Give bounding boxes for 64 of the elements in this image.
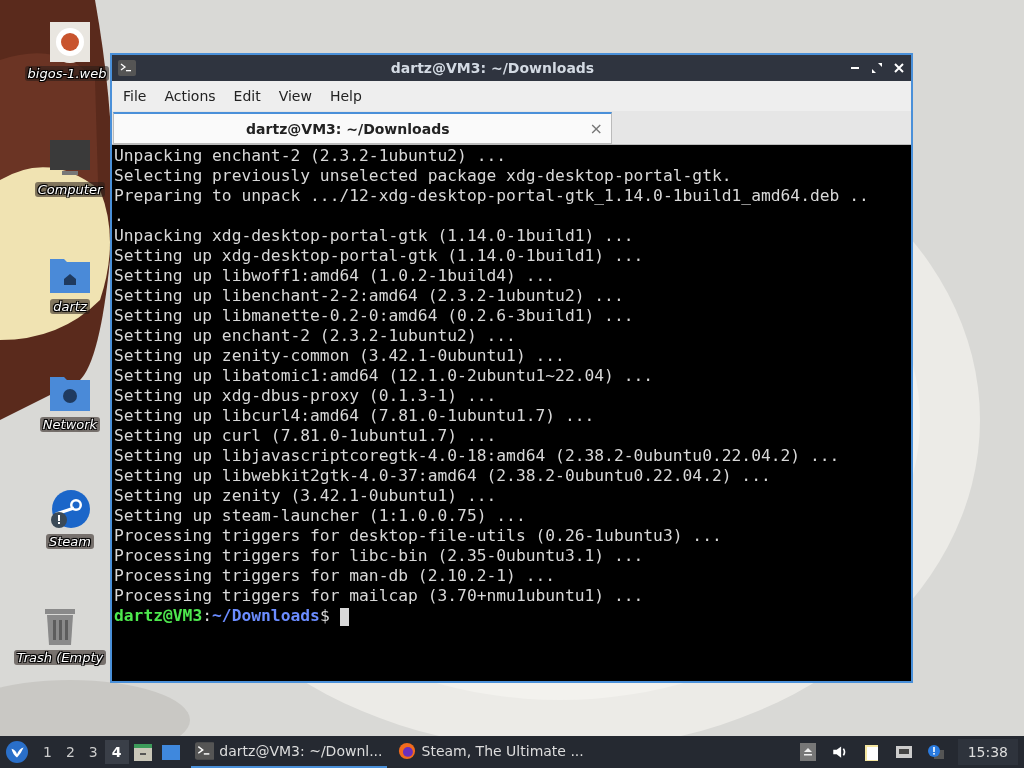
menu-item[interactable]: File bbox=[114, 84, 156, 108]
image-thumbnail-icon[interactable] bbox=[50, 22, 90, 62]
tab-label: dartz@VM3: ~/Downloads bbox=[245, 120, 451, 137]
window-title: dartz@VM3: ~/Downloads bbox=[389, 60, 596, 76]
network-icon[interactable] bbox=[894, 743, 913, 761]
clock[interactable]: 15:38 bbox=[957, 739, 1018, 765]
terminal-line: Setting up libenchant-2-2:amd64 (2.3.2-1ubuntu2) ... bbox=[114, 286, 625, 306]
text-cursor bbox=[339, 607, 349, 626]
eject-icon[interactable] bbox=[798, 743, 817, 761]
terminal-icon bbox=[194, 742, 215, 760]
terminal-line: Unpacking xdg-desktop-portal-gtk (1.14.0-1build1) ... bbox=[114, 226, 635, 246]
terminal-line: Processing triggers for libc-bin (2.35-0ubuntu3.1) ... bbox=[114, 546, 645, 566]
terminal-line: Setting up steam-launcher (1:1.0.0.75) ... bbox=[114, 506, 527, 526]
clipboard-icon[interactable] bbox=[862, 743, 881, 761]
firefox-icon bbox=[396, 742, 417, 760]
terminal-line: Processing triggers for desktop-file-utils (0.26-1ubuntu3) ... bbox=[114, 526, 723, 546]
menu-item[interactable]: Help bbox=[320, 84, 371, 108]
taskbar-task[interactable]: Steam, The Ultimate ... bbox=[392, 736, 589, 768]
menu-item[interactable]: Edit bbox=[224, 84, 270, 108]
terminal-line: Processing triggers for mailcap (3.70+nmu1ubuntu1) ... bbox=[114, 586, 645, 606]
workspace-button[interactable]: 3 bbox=[81, 740, 105, 764]
tab-close-button[interactable]: × bbox=[581, 119, 611, 138]
monitor-icon[interactable] bbox=[50, 138, 90, 178]
terminal-line: Setting up xdg-dbus-proxy (0.1.3-1) ... bbox=[114, 386, 498, 406]
terminal-line: Setting up libatomic1:amd64 (12.1.0-2ubuntu1~22.04) ... bbox=[114, 366, 655, 386]
workspace-button[interactable]: 2 bbox=[58, 740, 82, 764]
terminal-line: Setting up zenity (3.42.1-0ubuntu1) ... bbox=[114, 486, 498, 506]
steam-icon[interactable] bbox=[50, 490, 90, 530]
prompt-user-host: dartz@VM3 bbox=[114, 606, 203, 625]
terminal-line: Setting up libcurl4:amd64 (7.81.0-1ubuntu1.7) ... bbox=[114, 406, 596, 426]
tab[interactable]: dartz@VM3: ~/Downloads × bbox=[113, 112, 612, 144]
desktop-icon-label[interactable]: Trash (Empty bbox=[13, 650, 107, 665]
terminal-line: Setting up libwebkit2gtk-4.0-37:amd64 (2.38.2-0ubuntu0.22.04.2) ... bbox=[114, 466, 772, 486]
desktop-icon-label[interactable]: Computer bbox=[34, 182, 106, 197]
terminal-line: Selecting previously unselected package xdg-desktop-portal-gtk. bbox=[114, 166, 733, 186]
desktop-icon-label[interactable]: dartz bbox=[50, 299, 90, 314]
desktop-icon-label[interactable]: Network bbox=[39, 417, 101, 432]
terminal-line: Processing triggers for man-db (2.10.2-1) ... bbox=[114, 566, 557, 586]
menu-item[interactable]: View bbox=[269, 84, 321, 108]
terminal-line: Setting up enchant-2 (2.3.2-1ubuntu2) ... bbox=[114, 326, 517, 346]
prompt-path: ~/Downloads bbox=[212, 606, 320, 625]
terminal-line: Setting up zenity-common (3.42.1-0ubuntu1) ... bbox=[114, 346, 566, 366]
workspace-button[interactable]: 1 bbox=[36, 740, 59, 764]
desktop-icon[interactable] bbox=[160, 742, 181, 762]
terminal-icon bbox=[118, 60, 136, 76]
notification-icon[interactable] bbox=[926, 743, 945, 761]
file-manager-icon[interactable] bbox=[132, 742, 153, 762]
terminal-line: Setting up libwoff1:amd64 (1.0.2-1build4) ... bbox=[114, 266, 557, 286]
prompt-separator: : bbox=[202, 606, 213, 625]
workspace-button[interactable]: 4 bbox=[104, 740, 129, 764]
desktop-icon-label[interactable]: bigos-1.web bbox=[24, 66, 110, 81]
terminal-line: Setting up xdg-desktop-portal-gtk (1.14.0-1build1) ... bbox=[114, 246, 645, 266]
maximize-icon[interactable] bbox=[871, 62, 883, 74]
terminal-line: Preparing to unpack .../12-xdg-desktop-portal-gtk_1.14.0-1build1_amd64.deb .. bbox=[114, 186, 870, 206]
menu-item[interactable]: Actions bbox=[155, 84, 225, 108]
close-icon[interactable] bbox=[893, 62, 905, 74]
desktop-icon-label[interactable]: Steam bbox=[46, 534, 94, 549]
terminal-line: Setting up libmanette-0.2-0:amd64 (0.2.6-3build1) ... bbox=[114, 306, 635, 326]
taskbar-task[interactable]: dartz@VM3: ~/Downl... bbox=[190, 736, 387, 768]
prompt-symbol: $ bbox=[319, 606, 330, 625]
terminal-line: Setting up libjavascriptcoregtk-4.0-18:amd64 (2.38.2-0ubuntu0.22.04.2) ... bbox=[114, 446, 841, 466]
terminal-line: Unpacking enchant-2 (2.3.2-1ubuntu2) ... bbox=[114, 146, 508, 166]
terminal-line: . bbox=[114, 206, 125, 226]
terminal-line: Setting up curl (7.81.0-1ubuntu1.7) ... bbox=[114, 426, 498, 446]
